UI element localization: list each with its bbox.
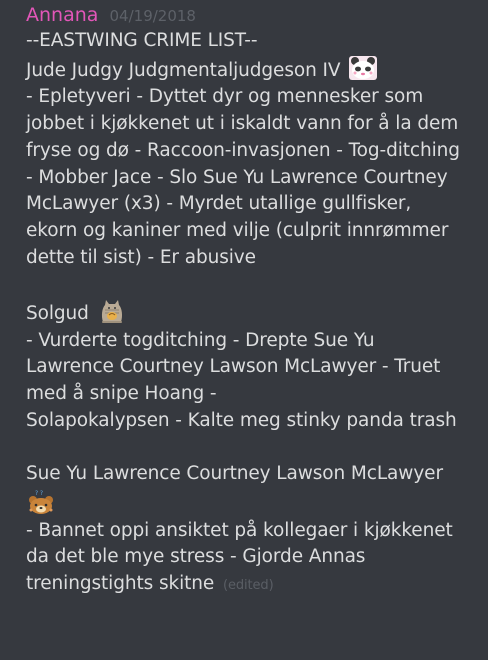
message-line-with-edited: treningstights skitne (edited) [26, 571, 482, 600]
message-line: med å snipe Hoang - [26, 383, 217, 405]
pusheen-cat-emoji-icon[interactable] [97, 298, 127, 324]
message-line: Lawrence Courtney Lawson McLawyer - True… [26, 356, 441, 378]
message-line-text: Jude Judgy Judgmentaljudgeson IV [26, 59, 341, 81]
message-line: McLawyer (x3) - Myrdet utallige gullfisk… [26, 193, 412, 215]
message-line: ekorn og kaniner med vilje (culprit innr… [26, 219, 449, 241]
message-line: dette til sist) - Er abusive [26, 246, 256, 268]
message-line: - Epletyveri - Dyttet dyr og mennesker s… [26, 86, 424, 108]
message-line: - Mobber Jace - Slo Sue Yu Lawrence Cour… [26, 166, 448, 188]
message-line: Solapokalypsen - Kalte meg stinky panda … [26, 409, 457, 431]
panda-face-emoji-icon[interactable] [348, 55, 378, 81]
svg-text:? ?: ? ? [35, 490, 43, 497]
message-line: - Bannet oppi ansiktet på kollegaer i kj… [26, 519, 453, 541]
emoji-line: ? ? [26, 488, 482, 518]
author-name[interactable]: Annana [26, 4, 98, 26]
message-line-text: treningstights skitne [26, 573, 215, 595]
chat-message: Annana 04/19/2018 --EASTWING CRIME LIST-… [0, 0, 488, 600]
message-line: jobbet i kjøkkenet ut i iskaldt vann for… [26, 113, 459, 135]
rilakkuma-bear-emoji-icon[interactable]: ? ? [26, 488, 56, 514]
message-header: Annana 04/19/2018 [26, 2, 482, 28]
edited-label: (edited) [222, 578, 274, 594]
message-line: Sue Yu Lawrence Courtney Lawson McLawyer [26, 463, 443, 485]
message-line-with-emoji: Jude Judgy Judgmentaljudgeson IV [26, 55, 482, 85]
message-line: da det ble mye stress - Gjorde Annas [26, 546, 366, 568]
message-line: fryse og dø - Raccoon-invasjonen - Tog-d… [26, 139, 460, 161]
message-line: --EASTWING CRIME LIST-- [26, 30, 258, 51]
message-line-text: Solgud [26, 303, 89, 325]
message-line-with-emoji: Solgud [26, 298, 482, 328]
message-line: - Vurderte togditching - Drepte Sue Yu [26, 329, 375, 351]
message-content: --EASTWING CRIME LIST-- Jude Judgy Judgm… [26, 28, 482, 600]
message-timestamp: 04/19/2018 [109, 7, 196, 25]
